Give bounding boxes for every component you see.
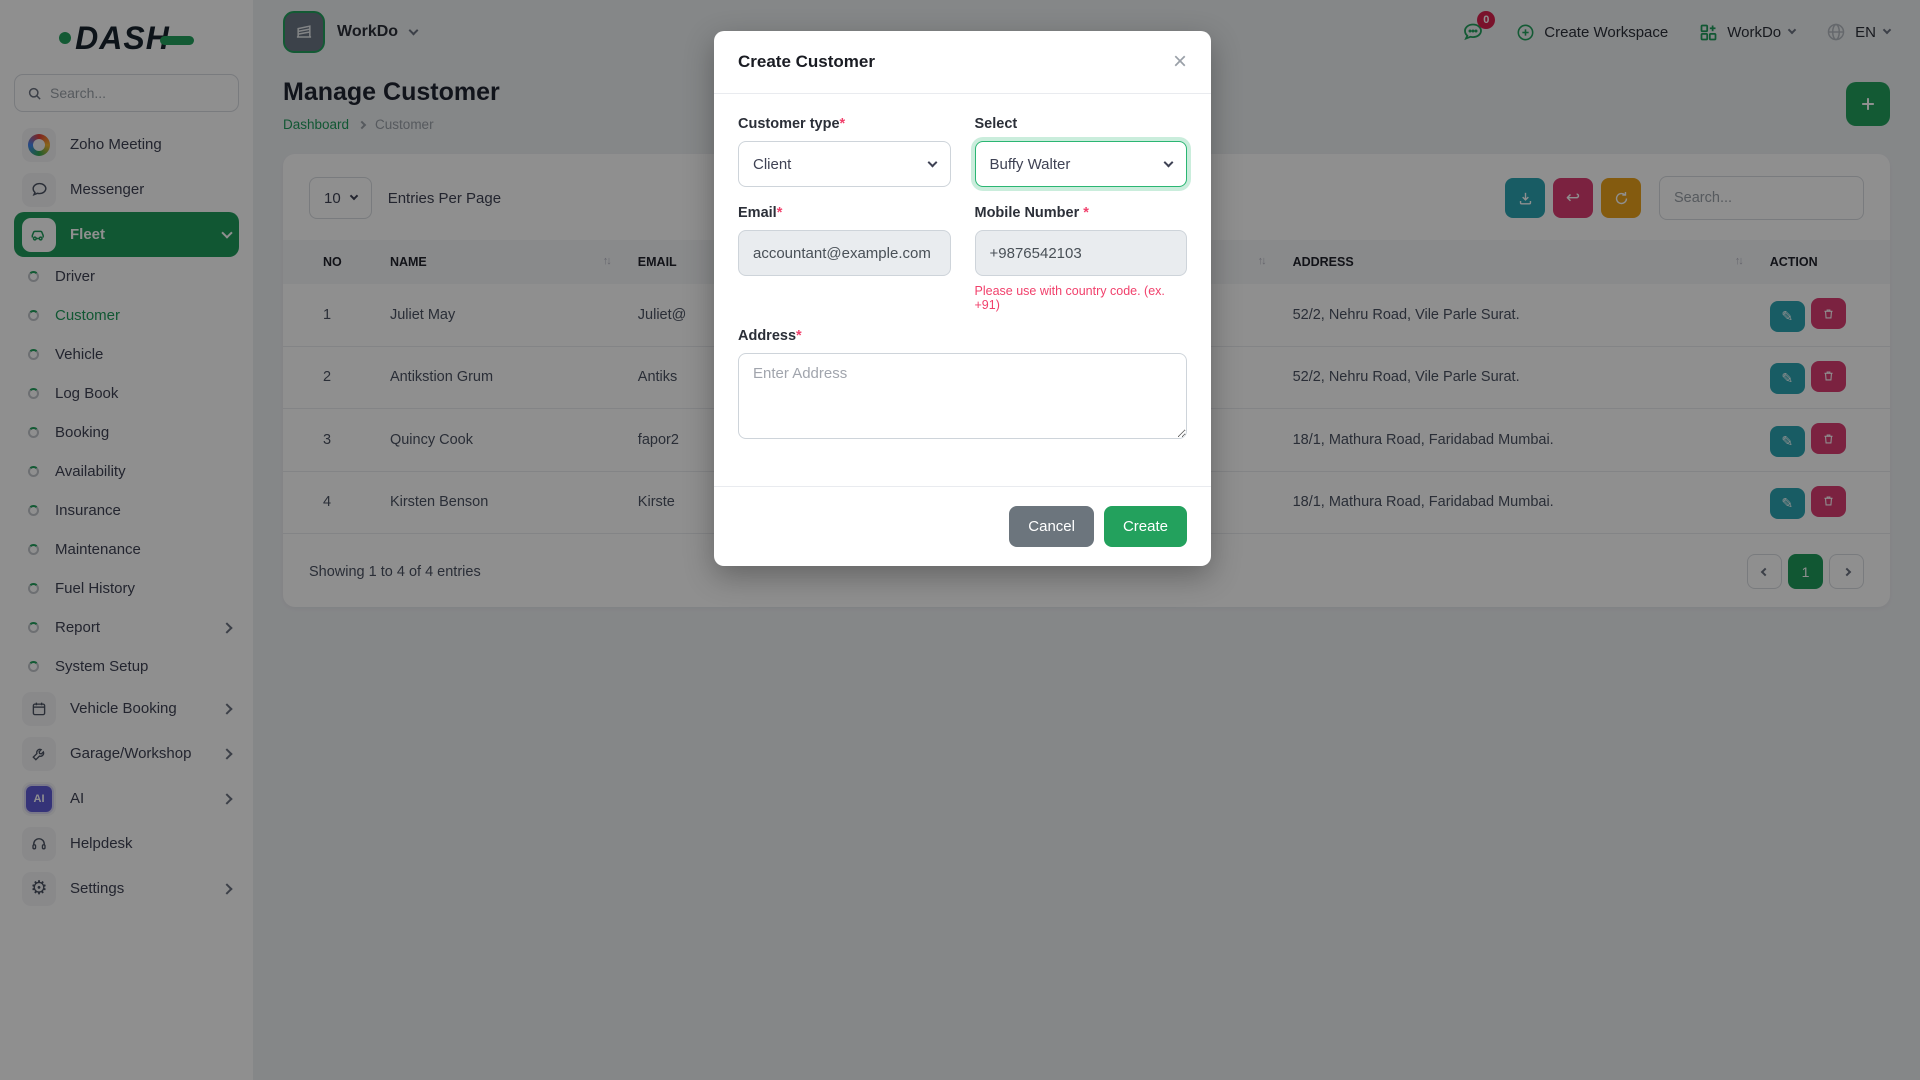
email-field-group: Email* bbox=[738, 205, 951, 312]
cancel-button[interactable]: Cancel bbox=[1009, 506, 1094, 547]
mobile-number-field[interactable] bbox=[974, 230, 1187, 276]
required-asterisk: * bbox=[839, 116, 846, 132]
chevron-down-icon bbox=[927, 157, 937, 167]
client-select[interactable]: Buffy Walter bbox=[974, 141, 1187, 187]
address-field-group: Address* bbox=[738, 328, 1187, 480]
modal-title: Create Customer bbox=[738, 52, 875, 71]
address-label: Address bbox=[738, 328, 797, 344]
customer-type-label: Customer type bbox=[738, 116, 840, 132]
select-label: Select bbox=[974, 116, 1018, 132]
app-root: DASH Zoho Meeting Messenger bbox=[0, 0, 1920, 1080]
close-icon[interactable]: × bbox=[1173, 50, 1187, 74]
required-asterisk: * bbox=[776, 205, 783, 221]
mobile-helper-text: Please use with country code. (ex. +91) bbox=[974, 284, 1165, 312]
mobile-number-label: Mobile Number bbox=[974, 205, 1080, 221]
required-asterisk: * bbox=[796, 328, 802, 344]
email-label: Email bbox=[738, 205, 777, 221]
customer-type-field: Customer type* Client bbox=[738, 116, 951, 205]
chevron-down-icon bbox=[1163, 157, 1174, 167]
mobile-field-group: Mobile Number * Please use with country … bbox=[974, 205, 1187, 312]
client-select-field: Select Buffy Walter bbox=[974, 116, 1187, 205]
address-textarea[interactable] bbox=[738, 353, 1187, 439]
email-field[interactable] bbox=[738, 230, 951, 276]
create-button[interactable]: Create bbox=[1103, 506, 1187, 547]
required-asterisk: * bbox=[1083, 205, 1089, 221]
create-customer-modal: Create Customer × Customer type* Client … bbox=[714, 31, 1211, 566]
customer-type-select[interactable]: Client bbox=[738, 141, 951, 187]
